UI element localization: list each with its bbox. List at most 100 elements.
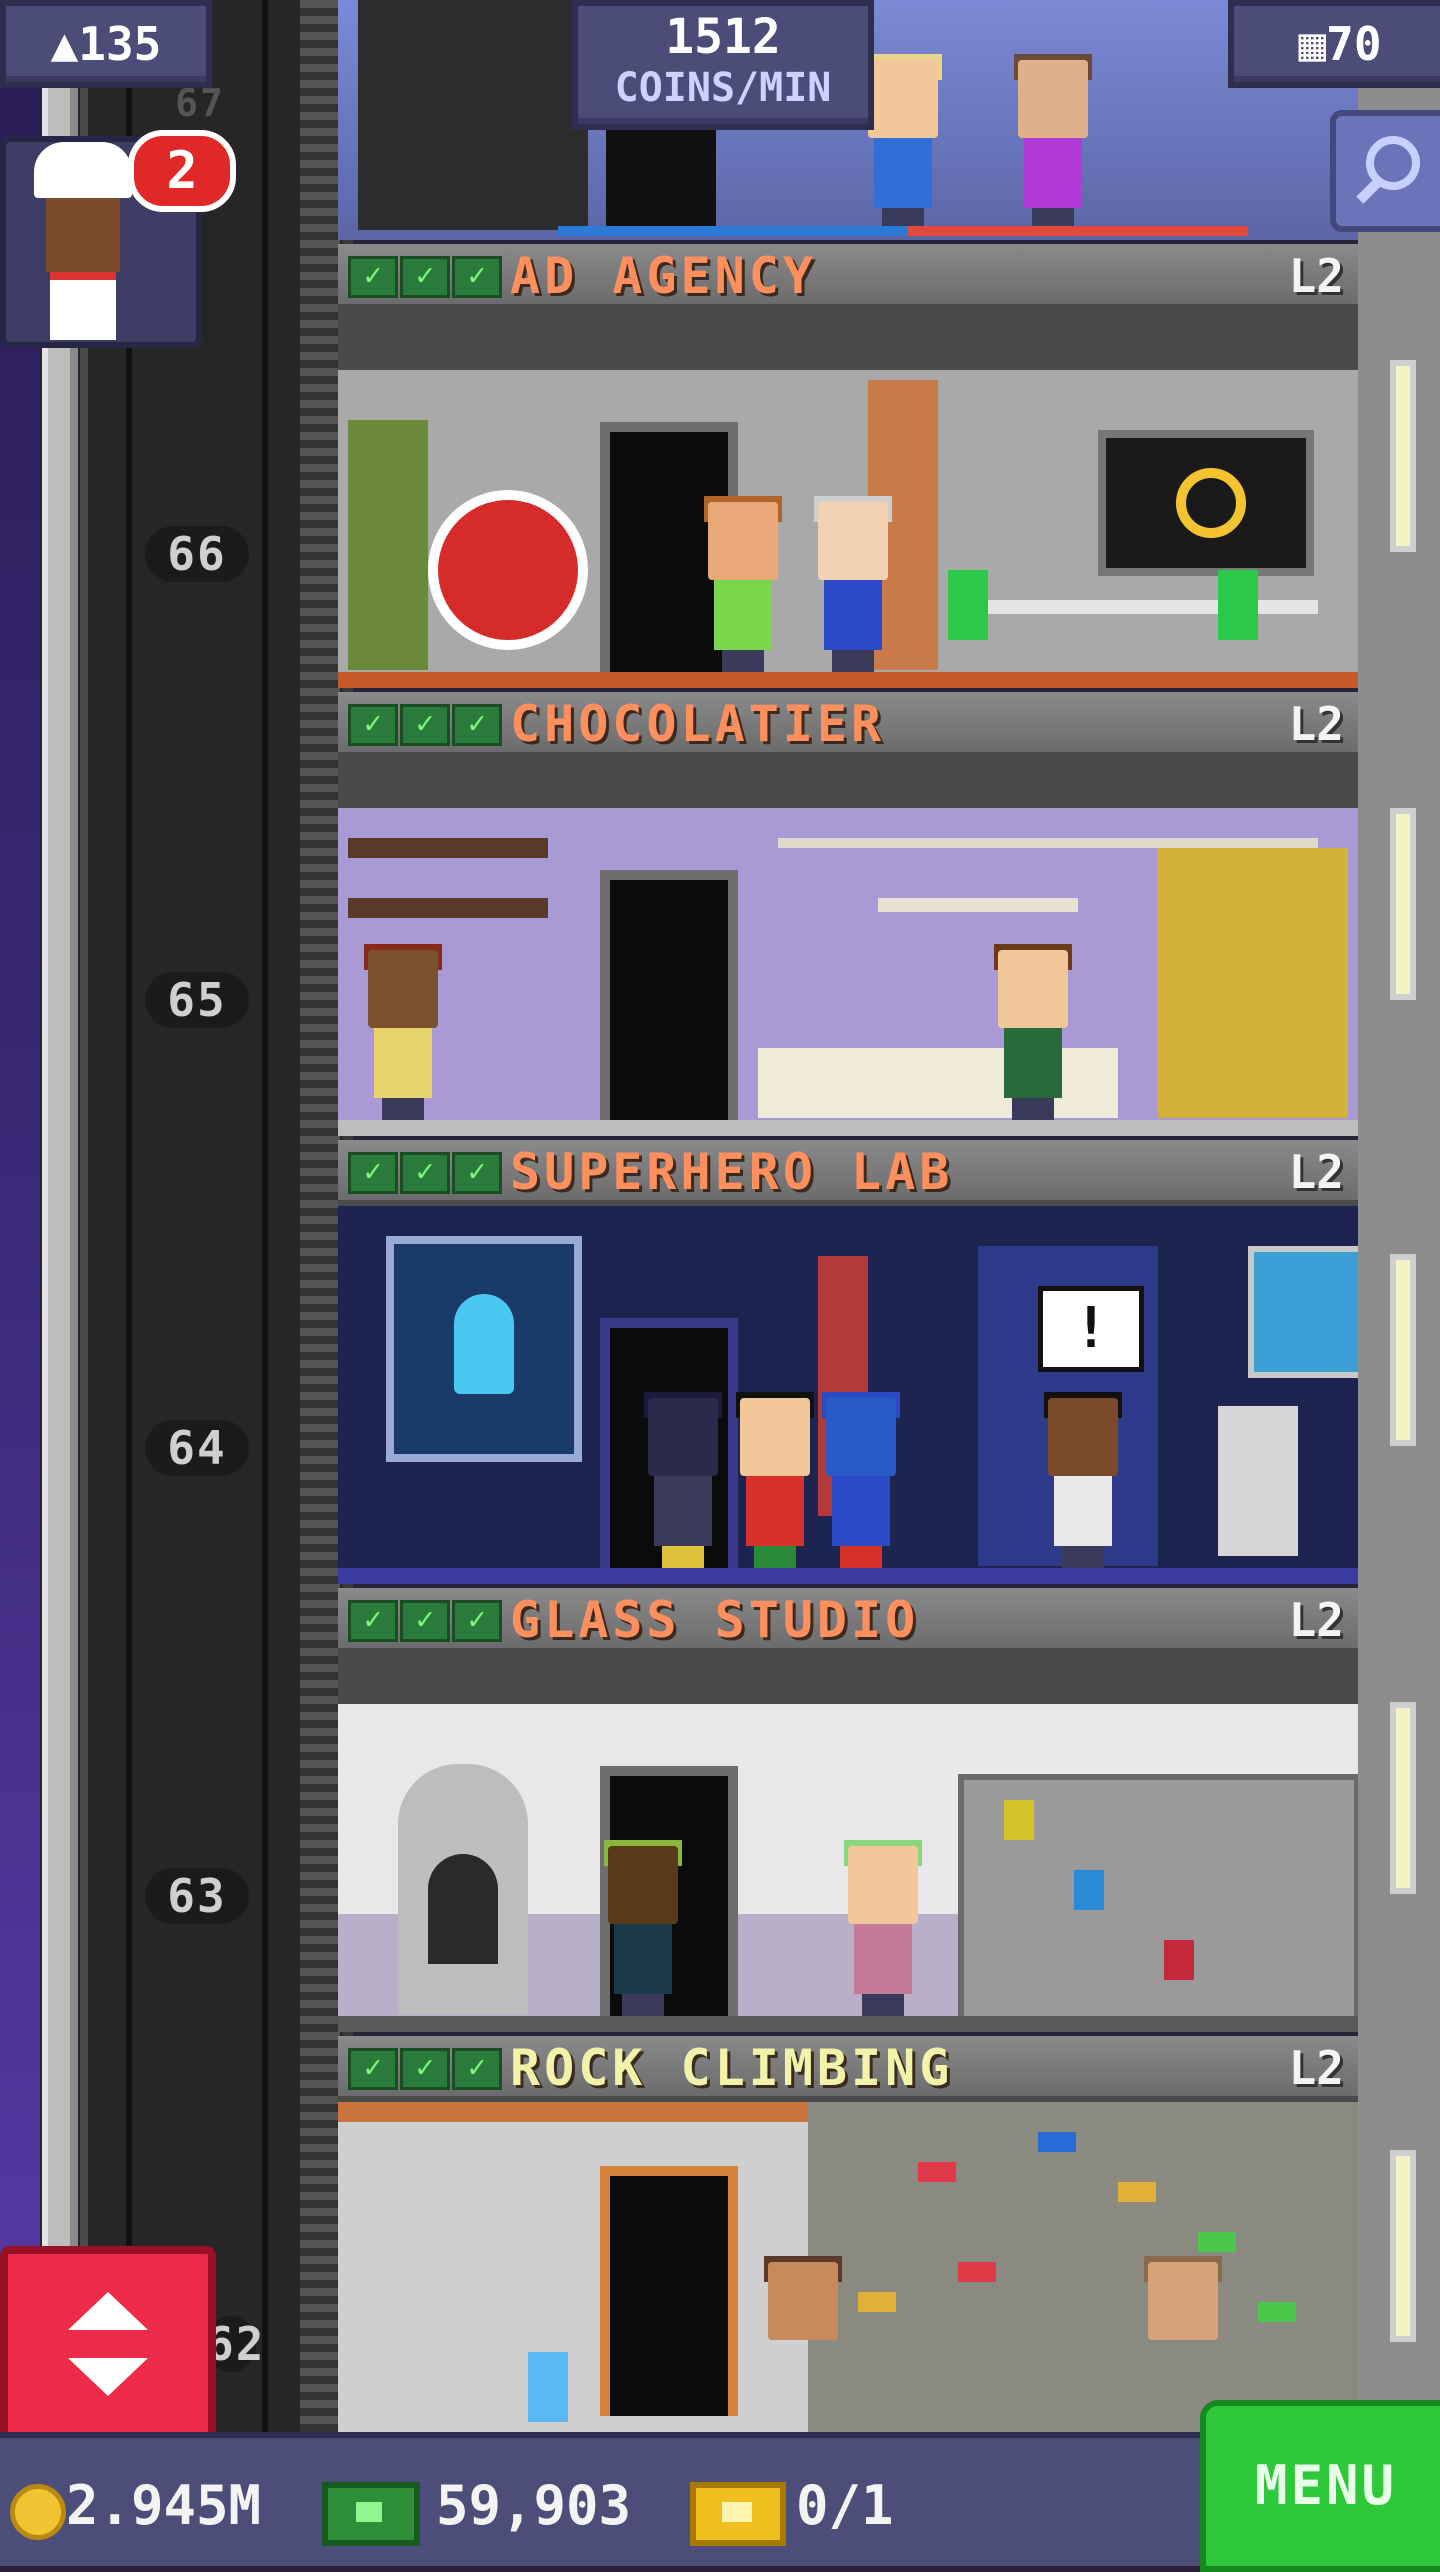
chocolate-vat bbox=[1158, 848, 1348, 1118]
egg-chair bbox=[428, 490, 588, 650]
climbing-hold bbox=[858, 2292, 896, 2312]
check-icon: ✓ bbox=[452, 2048, 502, 2090]
check-icon: ✓ bbox=[400, 2048, 450, 2090]
floor-count-value: 70 bbox=[1326, 17, 1382, 71]
climbing-hold bbox=[1038, 2132, 1076, 2152]
check-icon: ✓ bbox=[348, 1152, 398, 1194]
green-chair bbox=[1218, 570, 1258, 640]
floor-header[interactable]: ✓ ✓ ✓ SUPERHERO LAB L2 bbox=[338, 1140, 1358, 1206]
tenant[interactable] bbox=[598, 1840, 688, 2016]
floor-level: L2 bbox=[1288, 2041, 1344, 2095]
plant bbox=[348, 420, 428, 670]
ring-display bbox=[1098, 430, 1314, 576]
tenant-robin[interactable] bbox=[730, 1392, 820, 1568]
room-floor bbox=[338, 1568, 1358, 1584]
tenant[interactable] bbox=[808, 496, 898, 672]
climbing-hold bbox=[958, 2262, 996, 2282]
hero-blueprint-screen bbox=[386, 1236, 582, 1462]
tower-window bbox=[1390, 1702, 1416, 1894]
room-ad-agency[interactable] bbox=[338, 310, 1358, 688]
coin-icon bbox=[10, 2484, 66, 2540]
floor-chocolatier[interactable]: ✓ ✓ ✓ CHOCOLATIER L2 bbox=[338, 692, 1358, 1142]
tenant[interactable] bbox=[838, 1840, 928, 2016]
building-icon: ▦ bbox=[1298, 17, 1327, 71]
floor-count-counter[interactable]: ▦70 bbox=[1228, 0, 1440, 88]
person-icon: ▲ bbox=[50, 17, 79, 71]
room-floor bbox=[338, 672, 1358, 688]
speech-bubble[interactable]: ! bbox=[1038, 1286, 1144, 1372]
equipment-rack bbox=[358, 0, 588, 230]
check-icon: ✓ bbox=[348, 2048, 398, 2090]
elevator-cable bbox=[126, 0, 132, 2450]
pipe bbox=[778, 838, 1318, 848]
tenant-captain[interactable] bbox=[816, 1392, 906, 1568]
population-value: 135 bbox=[78, 17, 162, 71]
tower-window bbox=[1390, 1254, 1416, 1446]
check-icon: ✓ bbox=[400, 1600, 450, 1642]
population-counter[interactable]: ▲135 bbox=[0, 0, 212, 88]
tenant[interactable] bbox=[758, 2256, 848, 2432]
chef-body bbox=[50, 272, 116, 340]
check-icon: ✓ bbox=[400, 1152, 450, 1194]
tower-bux-value: 59,903 bbox=[436, 2474, 632, 2537]
tenant-batman[interactable] bbox=[638, 1392, 728, 1568]
floor-header[interactable]: ✓ ✓ ✓ GLASS STUDIO L2 bbox=[338, 1588, 1358, 1654]
world-map-screen bbox=[1248, 1246, 1358, 1378]
tickets-value: 0/1 bbox=[796, 2474, 894, 2537]
coins-per-min-label: COINS/MIN bbox=[614, 65, 832, 111]
climbing-hold bbox=[1198, 2232, 1236, 2252]
arrow-up-icon bbox=[68, 2292, 148, 2330]
hero-silhouette-icon bbox=[454, 1294, 514, 1394]
check-icon: ✓ bbox=[452, 1152, 502, 1194]
tenant[interactable] bbox=[1038, 1392, 1128, 1568]
tower-rail bbox=[300, 0, 340, 2450]
glass-vase bbox=[1074, 1870, 1104, 1910]
shaft-floor-number: 63 bbox=[145, 1868, 249, 1924]
tenant[interactable] bbox=[698, 496, 788, 672]
tenant[interactable] bbox=[988, 944, 1078, 1120]
check-icon: ✓ bbox=[400, 256, 450, 298]
floor-name: GLASS STUDIO bbox=[510, 1591, 920, 1649]
search-button[interactable] bbox=[1330, 110, 1440, 232]
coins-per-min-panel[interactable]: 1512 COINS/MIN bbox=[572, 0, 874, 130]
elevator-pole bbox=[42, 0, 78, 2450]
room-rock-climbing[interactable] bbox=[338, 2102, 1358, 2432]
floor-name: CHOCOLATIER bbox=[510, 695, 886, 753]
ring-icon bbox=[1176, 468, 1246, 538]
arrow-down-icon bbox=[68, 2358, 148, 2396]
chef-face bbox=[46, 198, 120, 272]
elevator-cable bbox=[262, 0, 268, 2450]
floor-superhero-lab[interactable]: ✓ ✓ ✓ SUPERHERO LAB L2 ! bbox=[338, 1140, 1358, 1590]
room-superhero-lab[interactable]: ! bbox=[338, 1206, 1358, 1584]
floor-glass-studio[interactable]: ✓ ✓ ✓ GLASS STUDIO L2 bbox=[338, 1588, 1358, 2038]
floor-ad-agency[interactable]: ✓ ✓ ✓ AD AGENCY L2 bbox=[338, 244, 1358, 694]
floor-name: SUPERHERO LAB bbox=[510, 1143, 954, 1201]
floor-header[interactable]: ✓ ✓ ✓ ROCK CLIMBING L2 bbox=[338, 2036, 1358, 2102]
ticket-icon bbox=[690, 2482, 786, 2546]
floor-name: ROCK CLIMBING bbox=[510, 2039, 954, 2097]
check-icon: ✓ bbox=[452, 1600, 502, 1642]
menu-button[interactable]: MENU bbox=[1200, 2400, 1440, 2572]
tower-window bbox=[1390, 360, 1416, 552]
truffle-shelf bbox=[878, 898, 1078, 912]
floor-rock-climbing[interactable]: ✓ ✓ ✓ ROCK CLIMBING L2 bbox=[338, 2036, 1358, 2436]
door bbox=[600, 870, 738, 1120]
room-glass-studio[interactable] bbox=[338, 1654, 1358, 2032]
floor-name: AD AGENCY bbox=[510, 247, 817, 305]
tenant[interactable] bbox=[358, 944, 448, 1120]
room-floor bbox=[338, 1120, 1358, 1136]
coins-value: 2.945M bbox=[66, 2474, 262, 2537]
shaft-floor-number: 65 bbox=[145, 972, 249, 1028]
notification-badge: 2 bbox=[128, 130, 236, 212]
glass-furnace bbox=[398, 1764, 528, 2014]
desk bbox=[958, 600, 1318, 614]
elevator-button[interactable] bbox=[0, 2246, 216, 2448]
floor-level: L2 bbox=[1288, 697, 1344, 751]
check-icon: ✓ bbox=[452, 704, 502, 746]
floor-header[interactable]: ✓ ✓ ✓ AD AGENCY L2 bbox=[338, 244, 1358, 310]
chocolate-shelf bbox=[348, 898, 548, 918]
floor-header[interactable]: ✓ ✓ ✓ CHOCOLATIER L2 bbox=[338, 692, 1358, 758]
tenant[interactable] bbox=[1008, 54, 1098, 230]
room-floor bbox=[338, 2016, 1358, 2032]
room-chocolatier[interactable] bbox=[338, 758, 1358, 1136]
